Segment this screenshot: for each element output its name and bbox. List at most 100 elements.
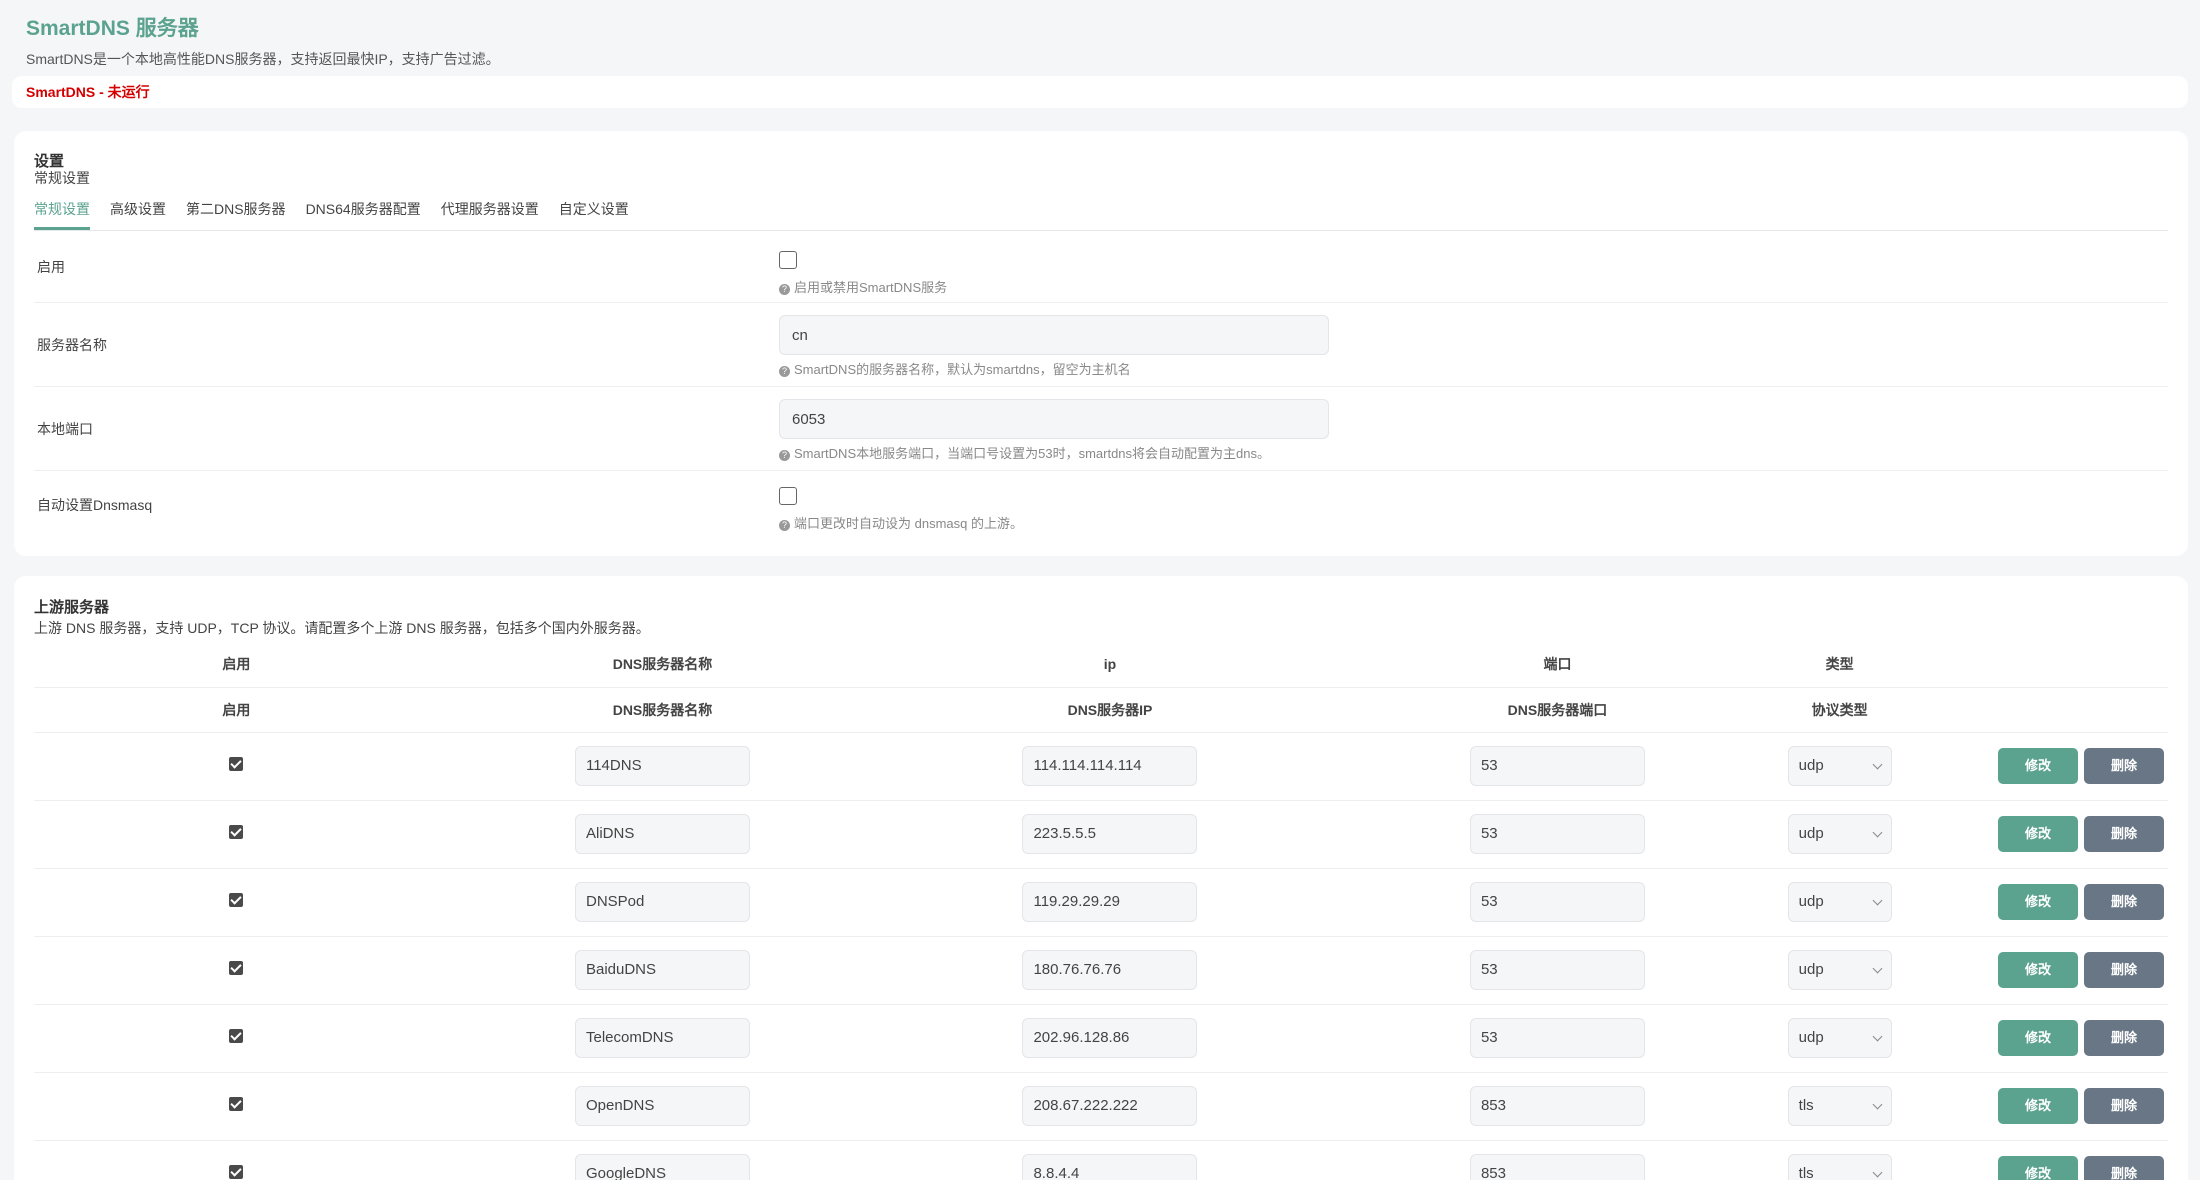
row-name-input[interactable]: AliDNS (574, 814, 750, 854)
row-type-value: udp (1798, 1029, 1824, 1046)
row-ip-input[interactable]: 202.96.128.86 (1022, 1018, 1198, 1058)
row-name-input[interactable]: 114DNS (574, 746, 750, 786)
edit-button[interactable]: 修改 (1998, 1156, 2078, 1180)
row-enable-checkbox[interactable] (229, 1097, 244, 1111)
upstream-title: 上游服务器 (34, 599, 110, 616)
page: SmartDNS 服务器 SmartDNS是一个本地高性能DNS服务器，支持返回… (0, 0, 2200, 1180)
local-port-input[interactable] (779, 399, 1329, 439)
row-ip-input[interactable]: 114.114.114.114 (1022, 746, 1198, 786)
row-type-select[interactable]: udp (1787, 746, 1892, 786)
row-type-value: udp (1798, 757, 1824, 774)
delete-button[interactable]: 删除 (2084, 1156, 2164, 1180)
tab-second-dns[interactable]: 第二DNS服务器 (186, 192, 286, 230)
chevron-down-icon (1872, 759, 1883, 770)
table-subheader-row: 启用 DNS服务器名称 DNS服务器IP DNS服务器端口 协议类型 (34, 687, 2168, 733)
delete-button[interactable]: 删除 (2084, 748, 2164, 784)
subcol-port: DNS服务器端口 (1333, 687, 1782, 733)
help-icon: ? (779, 284, 790, 295)
delete-button[interactable]: 删除 (2084, 1088, 2164, 1124)
row-type-value: udp (1798, 825, 1824, 842)
delete-button[interactable]: 删除 (2084, 952, 2164, 988)
tab-custom[interactable]: 自定义设置 (559, 192, 629, 230)
tab-proxy[interactable]: 代理服务器设置 (441, 192, 539, 230)
row-port-input[interactable]: 53 (1469, 882, 1645, 922)
row-enable-checkbox[interactable] (229, 1165, 244, 1179)
row-type-select[interactable]: udp (1787, 882, 1892, 922)
server-name-label: 服务器名称 (37, 336, 107, 353)
edit-button[interactable]: 修改 (1998, 1088, 2078, 1124)
row-enable-checkbox[interactable] (229, 757, 244, 771)
help-icon: ? (779, 366, 790, 377)
row-enable-checkbox[interactable] (229, 1029, 244, 1043)
delete-button[interactable]: 删除 (2084, 884, 2164, 920)
row-port-input[interactable]: 853 (1469, 1086, 1645, 1126)
edit-button[interactable]: 修改 (1998, 884, 2078, 920)
row-enable-checkbox[interactable] (229, 893, 244, 907)
page-description: SmartDNS是一个本地高性能DNS服务器，支持返回最快IP，支持广告过滤。 (26, 51, 500, 67)
delete-button[interactable]: 删除 (2084, 816, 2164, 852)
tab-general[interactable]: 常规设置 (34, 192, 90, 230)
row-port-input[interactable]: 53 (1469, 1018, 1645, 1058)
row-name-input[interactable]: GoogleDNS (574, 1154, 750, 1180)
table-header-row: 启用 DNS服务器名称 ip 端口 类型 (34, 642, 2168, 688)
edit-button[interactable]: 修改 (1998, 1020, 2078, 1056)
settings-subtitle: 常规设置 (34, 170, 90, 186)
chevron-down-icon (1872, 1167, 1883, 1178)
row-port-input[interactable]: 53 (1469, 950, 1645, 990)
table-row: GoogleDNS 8.8.4.4 853 tls 修改 删除 (34, 1140, 2168, 1180)
subcol-actions (1898, 687, 2168, 733)
row-ip-input[interactable]: 208.67.222.222 (1022, 1086, 1198, 1126)
table-row: DNSPod 119.29.29.29 53 udp 修改 删除 (34, 868, 2168, 937)
row-name-input[interactable]: BaiduDNS (574, 950, 750, 990)
row-type-select[interactable]: tls (1787, 1086, 1892, 1126)
delete-button[interactable]: 删除 (2084, 1020, 2164, 1056)
table-row: OpenDNS 208.67.222.222 853 tls 修改 删除 (34, 1072, 2168, 1141)
row-type-select[interactable]: udp (1787, 1018, 1892, 1058)
upstream-table: 启用 DNS服务器名称 ip 端口 类型 启用 DNS服务器名称 DNS服务器I… (34, 642, 2168, 1180)
row-type-select[interactable]: tls (1787, 1154, 1892, 1180)
edit-button[interactable]: 修改 (1998, 952, 2078, 988)
edit-button[interactable]: 修改 (1998, 748, 2078, 784)
row-port-input[interactable]: 53 (1469, 746, 1645, 786)
chevron-down-icon (1872, 1099, 1883, 1110)
row-ip-input[interactable]: 180.76.76.76 (1022, 950, 1198, 990)
page-title: SmartDNS 服务器 (26, 17, 199, 40)
auto-dnsmasq-checkbox[interactable] (779, 486, 797, 505)
row-port-input[interactable]: 853 (1469, 1154, 1645, 1180)
local-port-label: 本地端口 (37, 420, 93, 437)
auto-dnsmasq-hint-text: 端口更改时自动设为 dnsmasq 的上游。 (794, 515, 1023, 531)
chevron-down-icon (1872, 1031, 1883, 1042)
auto-dnsmasq-label: 自动设置Dnsmasq (37, 497, 153, 513)
row-name-input[interactable]: TelecomDNS (574, 1018, 750, 1058)
row-ip-input[interactable]: 119.29.29.29 (1022, 882, 1198, 922)
server-name-input[interactable] (779, 315, 1329, 355)
row-ip-input[interactable]: 223.5.5.5 (1022, 814, 1198, 854)
edit-button[interactable]: 修改 (1998, 816, 2078, 852)
enable-hint: ? 启用或禁用SmartDNS服务 (779, 277, 2168, 296)
form-row-enable: 启用 ? 启用或禁用SmartDNS服务 (34, 231, 2168, 303)
table-row: BaiduDNS 180.76.76.76 53 udp 修改 删除 (34, 936, 2168, 1005)
row-type-select[interactable]: udp (1787, 950, 1892, 990)
table-row: TelecomDNS 202.96.128.86 53 udp 修改 删除 (34, 1004, 2168, 1073)
row-type-select[interactable]: udp (1787, 814, 1892, 854)
row-type-value: tls (1798, 1097, 1814, 1114)
tab-dns64[interactable]: DNS64服务器配置 (306, 192, 421, 230)
row-type-value: tls (1798, 1165, 1814, 1180)
help-icon: ? (779, 519, 790, 531)
status-bar: SmartDNS - 未运行 (12, 76, 2188, 108)
row-ip-input[interactable]: 8.8.4.4 (1022, 1154, 1198, 1180)
col-type: 类型 (1781, 642, 1899, 688)
help-icon: ? (779, 450, 790, 461)
row-name-input[interactable]: DNSPod (574, 882, 750, 922)
tab-advanced[interactable]: 高级设置 (110, 192, 166, 230)
table-row: AliDNS 223.5.5.5 53 udp 修改 删除 (34, 800, 2168, 869)
settings-card: 设置 常规设置 常规设置 高级设置 第二DNS服务器 DNS64服务器配置 代理… (14, 131, 2188, 556)
row-name-input[interactable]: OpenDNS (574, 1086, 750, 1126)
row-port-input[interactable]: 53 (1469, 814, 1645, 854)
form-row-local-port: 本地端口 ? SmartDNS本地服务端口，当端口号设置为53时，smartdns… (34, 387, 2168, 471)
local-port-hint-text: SmartDNS本地服务端口，当端口号设置为53时，smartdns将会自动配置… (794, 446, 1270, 461)
row-enable-checkbox[interactable] (229, 961, 244, 975)
row-enable-checkbox[interactable] (229, 825, 244, 839)
service-status: SmartDNS - 未运行 (26, 84, 150, 100)
enable-checkbox[interactable] (779, 251, 797, 269)
